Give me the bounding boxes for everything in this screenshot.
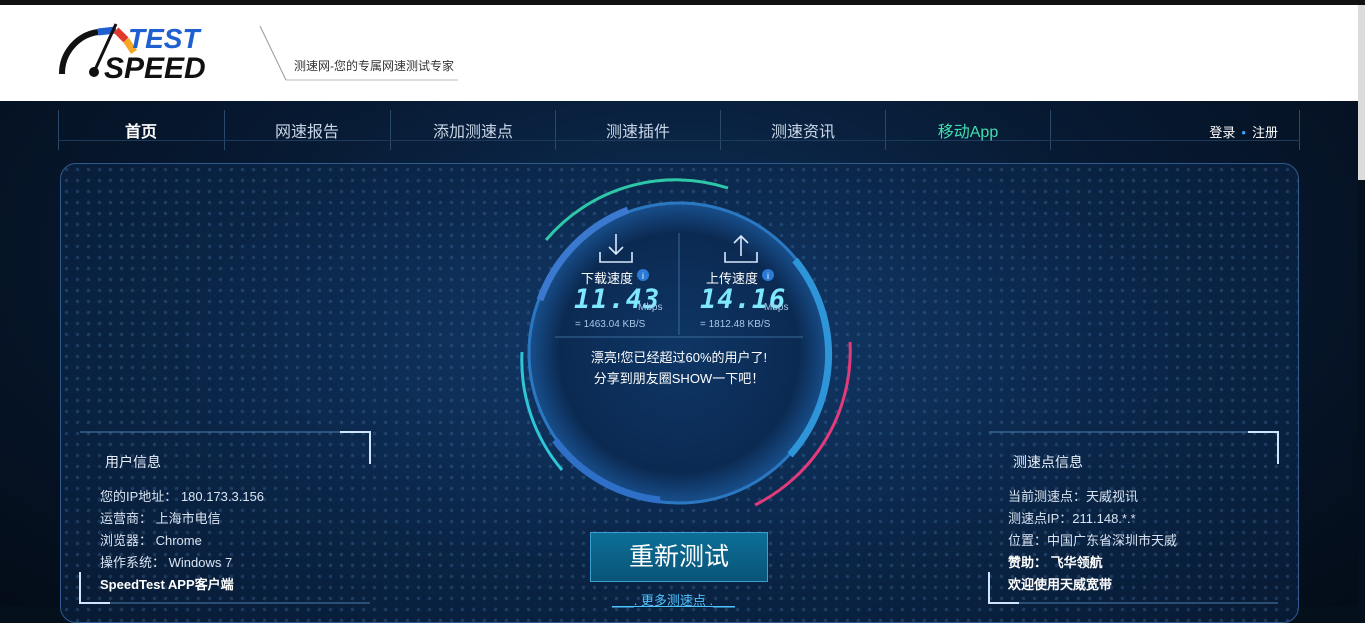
user-info-panel: 用户信息 您的IP地址： 180.173.3.156 运营商： 上海市电信 浏览… xyxy=(100,452,264,596)
share-message[interactable]: 分享到朋友圈SHOW一下吧！ xyxy=(579,368,779,387)
user-browser: 浏览器： Chrome xyxy=(100,533,202,548)
welcome-text[interactable]: 欢迎使用天威宽带 xyxy=(1008,574,1177,596)
upload-kbs: = 1812.48 KB/S xyxy=(700,319,771,330)
retest-button[interactable]: 重新测试 xyxy=(590,532,768,582)
register-link[interactable]: 注册 xyxy=(1252,125,1278,140)
node-info-panel: 测速点信息 当前测速点：天威视讯 测速点IP：211.148.*.* 位置：中国… xyxy=(1008,452,1177,596)
login-link[interactable]: 登录 xyxy=(1209,125,1235,140)
nav-home[interactable]: 首页 xyxy=(58,118,224,142)
user-ip: 您的IP地址： 180.173.3.156 xyxy=(100,489,265,504)
site-slogan: 测速网-您的专属网速测试专家 xyxy=(294,59,454,73)
result-message-1: 漂亮!您已经超过60%的用户了! xyxy=(590,350,768,365)
download-unit: Mbps xyxy=(638,302,663,313)
more-nodes-link[interactable]: ___. 更多测速点 .___ xyxy=(612,590,735,609)
node-location: 位置：中国广东省深圳市天威 xyxy=(1008,533,1178,548)
node-info-title: 测速点信息 xyxy=(1013,454,1083,470)
nav-news[interactable]: 测速资讯 xyxy=(720,118,886,142)
logo-text-bottom: SPEED xyxy=(104,52,206,82)
current-node: 当前测速点：天威视讯 xyxy=(1008,489,1139,504)
auth-links: 登录 • 注册 xyxy=(1209,122,1278,141)
user-isp: 运营商： 上海市电信 xyxy=(100,511,221,526)
test-speed-logo[interactable]: TEST SPEED xyxy=(58,18,258,82)
node-sponsor[interactable]: 赞助： 飞华领航 xyxy=(1008,552,1177,574)
scrollbar[interactable] xyxy=(1358,5,1365,180)
nav-speed-report[interactable]: 网速报告 xyxy=(224,118,390,142)
node-ip: 测速点IP：211.148.*.* xyxy=(1008,511,1136,526)
app-client-link[interactable]: SpeedTest APP客户端 xyxy=(100,574,264,596)
main-nav: 首页 网速报告 添加测速点 测速插件 测速资讯 移动App 登录 • 注册 xyxy=(58,110,1300,150)
nav-add-node[interactable]: 添加测速点 xyxy=(390,118,556,142)
auth-separator: • xyxy=(1241,125,1246,140)
upload-unit: Mbps xyxy=(764,302,789,313)
download-kbs: = 1463.04 KB/S xyxy=(575,319,646,330)
nav-plugin[interactable]: 测速插件 xyxy=(555,118,721,142)
logo-text-top: TEST xyxy=(128,23,202,54)
nav-mobile-app[interactable]: 移动App xyxy=(885,118,1051,142)
user-info-title: 用户信息 xyxy=(105,454,161,470)
user-os: 操作系统： Windows 7 xyxy=(100,555,233,570)
